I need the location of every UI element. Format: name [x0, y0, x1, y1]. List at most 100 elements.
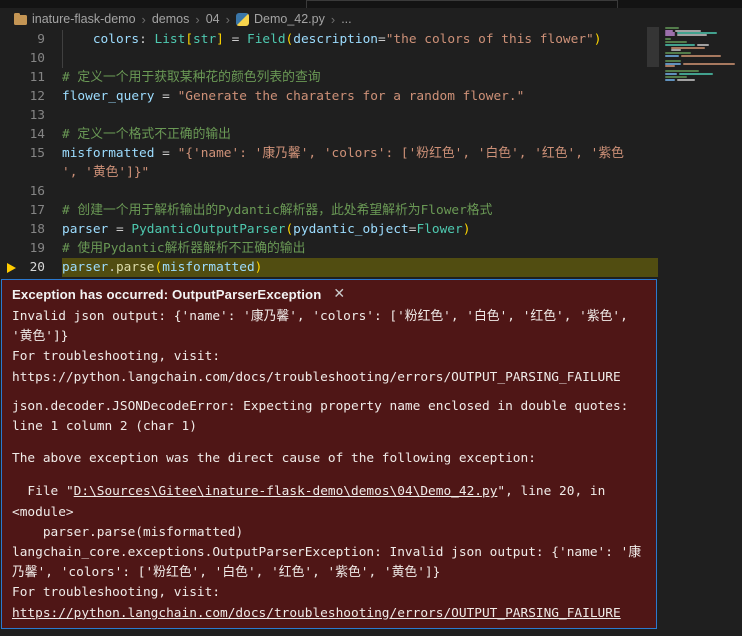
- breadcrumb-label: inature-flask-demo: [32, 12, 136, 26]
- line-number-gutter[interactable]: 18: [0, 220, 62, 239]
- breadcrumb-label: ...: [341, 12, 351, 26]
- line-number: 15: [30, 146, 45, 161]
- line-number: 13: [30, 108, 45, 123]
- traceback-paragraph: File "D:\Sources\Gitee\inature-flask-dem…: [12, 482, 646, 623]
- minimap-code-line: [665, 52, 691, 54]
- traceback-link[interactable]: D:\Sources\Gitee\inature-flask-demo\demo…: [74, 484, 498, 499]
- indent-guide: [62, 49, 63, 68]
- code-line[interactable]: 12flower_query = "Generate the charaters…: [0, 87, 658, 106]
- exception-widget: Exception has occurred: OutputParserExce…: [1, 279, 657, 629]
- minimap-code-line: [665, 73, 677, 75]
- minimap-code-line: [665, 60, 681, 62]
- python-icon: [236, 13, 249, 26]
- breadcrumb-item[interactable]: Demo_42.py: [236, 12, 325, 26]
- close-icon[interactable]: ✕: [333, 286, 345, 302]
- line-number-gutter[interactable]: 10: [0, 49, 62, 68]
- tab-bar-strip: [0, 0, 742, 8]
- line-number: 11: [30, 70, 45, 85]
- line-number: 19: [30, 241, 45, 256]
- debug-current-line-icon: [7, 263, 16, 273]
- code-line[interactable]: 16: [0, 182, 658, 201]
- line-number-gutter[interactable]: [0, 163, 62, 182]
- line-number-gutter[interactable]: 20: [0, 258, 62, 277]
- exception-title: Exception has occurred: OutputParserExce…: [12, 287, 321, 302]
- line-number-gutter[interactable]: 9: [0, 30, 62, 49]
- traceback-link[interactable]: https://python.langchain.com/docs/troubl…: [12, 606, 621, 621]
- line-number: 20: [30, 260, 45, 275]
- tab-divider: [617, 0, 618, 8]
- code-line[interactable]: 19# 使用Pydantic解析器解析不正确的输出: [0, 239, 658, 258]
- line-number: 9: [37, 32, 45, 47]
- traceback-paragraph: The above exception was the direct cause…: [12, 449, 646, 469]
- minimap-code-line: [665, 38, 671, 40]
- exception-pointer-icon: [70, 279, 86, 280]
- chevron-right-icon: ›: [331, 12, 335, 27]
- exception-body: Invalid json output: {'name': '康乃馨', 'co…: [12, 307, 646, 624]
- minimap-code-line: [665, 44, 695, 46]
- minimap-code-line: [677, 34, 707, 36]
- code-line[interactable]: 18parser = PydanticOutputParser(pydantic…: [0, 220, 658, 239]
- traceback-text: The above exception was the direct cause…: [12, 451, 536, 466]
- traceback-paragraph: Invalid json output: {'name': '康乃馨', 'co…: [12, 307, 646, 388]
- breadcrumb-label: demos: [152, 12, 190, 26]
- tab-top-border: [306, 0, 617, 1]
- minimap-code-line: [679, 73, 713, 75]
- minimap-code-line: [683, 63, 735, 65]
- minimap-code-line: [665, 79, 675, 81]
- traceback-paragraph: json.decoder.JSONDecodeError: Expecting …: [12, 397, 646, 437]
- breadcrumb-item[interactable]: ...: [341, 12, 351, 26]
- traceback-text: Invalid json output: {'name': '康乃馨', 'co…: [12, 309, 628, 385]
- minimap-code-line: [677, 79, 695, 81]
- code-line[interactable]: 10: [0, 49, 658, 68]
- line-number-gutter[interactable]: 15: [0, 144, 62, 163]
- traceback-text: json.decoder.JSONDecodeError: Expecting …: [12, 399, 628, 434]
- breadcrumb-item[interactable]: inature-flask-demo: [14, 12, 136, 26]
- minimap-code-line: [665, 27, 679, 29]
- chevron-right-icon: ›: [142, 12, 146, 27]
- line-number-gutter[interactable]: 19: [0, 239, 62, 258]
- line-number: 10: [30, 51, 45, 66]
- minimap-code-line: [665, 65, 675, 67]
- line-number: 18: [30, 222, 45, 237]
- code-area[interactable]: 9 colors: List[str] = Field(description=…: [0, 30, 658, 277]
- code-line[interactable]: 20parser.parse(misformatted): [0, 258, 658, 277]
- breadcrumb-label: 04: [206, 12, 220, 26]
- minimap-code-line: [665, 70, 699, 72]
- folder-icon: [14, 15, 27, 25]
- traceback-text: ", line 20, in <module> parser.parse(mis…: [12, 484, 641, 600]
- line-number-gutter[interactable]: 14: [0, 125, 62, 144]
- code-line[interactable]: 11# 定义一个用于获取某种花的颜色列表的查询: [0, 68, 658, 87]
- code-line[interactable]: 9 colors: List[str] = Field(description=…: [0, 30, 658, 49]
- breadcrumb: inature-flask-demo›demos›04›Demo_42.py›.…: [0, 8, 742, 30]
- minimap-code-line: [665, 76, 687, 78]
- exception-header: Exception has occurred: OutputParserExce…: [12, 286, 646, 302]
- line-number-gutter[interactable]: 13: [0, 106, 62, 125]
- code-line[interactable]: 17# 创建一个用于解析输出的Pydantic解析器，此处希望解析为Flower…: [0, 201, 658, 220]
- minimap-code-line: [671, 49, 681, 51]
- minimap-code-line: [681, 55, 721, 57]
- code-line[interactable]: 14# 定义一个格式不正确的输出: [0, 125, 658, 144]
- code-line[interactable]: 13: [0, 106, 658, 125]
- breadcrumb-label: Demo_42.py: [254, 12, 325, 26]
- breadcrumb-item[interactable]: 04: [206, 12, 220, 26]
- line-number-gutter[interactable]: 16: [0, 182, 62, 201]
- breadcrumb-item[interactable]: demos: [152, 12, 190, 26]
- indent-guide: [62, 30, 63, 49]
- line-number-gutter[interactable]: 12: [0, 87, 62, 106]
- chevron-right-icon: ›: [195, 12, 199, 27]
- code-line[interactable]: 15misformatted = "{'name': '康乃馨', 'color…: [0, 144, 658, 163]
- line-number: 16: [30, 184, 45, 199]
- code-line[interactable]: ', '黄色']}": [0, 163, 658, 182]
- minimap-code-line: [697, 44, 709, 46]
- minimap-code-line: [665, 55, 679, 57]
- minimap-code-line: [665, 41, 687, 43]
- minimap-code-line: [665, 34, 675, 36]
- line-number-gutter[interactable]: 11: [0, 68, 62, 87]
- tab-divider: [306, 0, 307, 8]
- line-number-gutter[interactable]: 17: [0, 201, 62, 220]
- line-number: 14: [30, 127, 45, 142]
- line-number: 17: [30, 203, 45, 218]
- line-number: 12: [30, 89, 45, 104]
- minimap[interactable]: [645, 0, 742, 280]
- traceback-text: File ": [12, 484, 74, 499]
